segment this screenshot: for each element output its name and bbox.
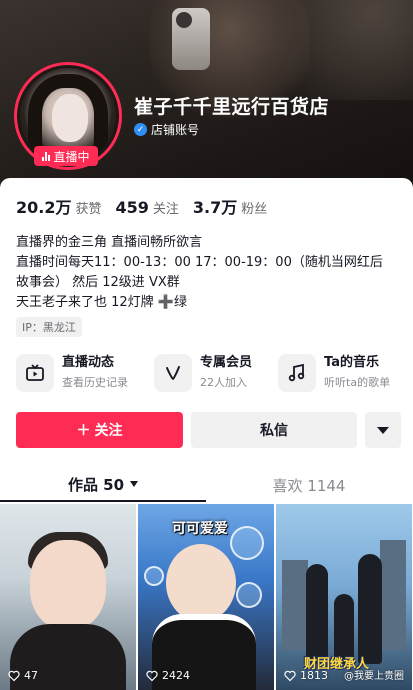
live-badge[interactable]: 直播中 [34,146,98,166]
live-replay-icon [16,354,54,392]
caret-down-icon [377,426,389,434]
feature-member[interactable]: 专属会员 22人加入 [154,354,278,392]
stat-likes-number: 20.2万 [16,198,72,217]
more-options-button[interactable] [365,412,401,448]
feature-title: Ta的音乐 [324,355,379,370]
stat-followers-number: 3.7万 [192,198,238,217]
stats-row: 20.2万 获赞 459 关注 3.7万 粉丝 [16,194,267,218]
follow-button-label: 关注 [94,423,123,439]
tab-likes-label: 喜欢 1144 [272,476,346,495]
bio-line: 天王老子来了也 12灯牌 ➕绿 [16,295,187,310]
heart-outline-icon [284,670,296,681]
bio-line: 故事会） 然后 12级进 VX群 [16,275,180,290]
tab-works-label: 作品 50 [67,475,125,494]
action-row: ＋ 关注 私信 [16,412,401,448]
profile-card: 20.2万 获赞 459 关注 3.7万 粉丝 直播界的金三角 直播间畅所欲言 … [0,178,413,690]
live-badge-label: 直播中 [53,149,90,164]
video-like-count: 47 [8,669,38,682]
bio-line: 直播时间每天11：00-13：00 17：00-19：00（随机当网红后 [16,255,383,270]
video-thumbnail[interactable]: 财团继承人 1813 @我要上贵圈 [276,504,412,690]
tab-likes[interactable]: 喜欢 1144 [206,468,412,502]
video-thumbnail[interactable]: 47 [0,504,136,690]
stat-following[interactable]: 459 关注 [116,198,179,217]
ip-location-tag: IP：黑龙江 [16,317,82,337]
feature-title: 专属会员 [200,355,253,370]
heart-outline-icon [8,670,20,681]
video-watermark: @我要上贵圈 [344,671,404,682]
verified-check-icon: ✓ [134,123,147,136]
shop-account-label: 店铺账号 [151,123,200,137]
feature-subtitle: 查看历史记录 [62,376,128,389]
bio-line: 直播界的金三角 直播间畅所欲言 [16,235,203,250]
heart-outline-icon [146,670,158,681]
live-bars-icon [42,151,51,161]
stat-following-label: 关注 [152,202,179,217]
message-button[interactable]: 私信 [191,412,357,448]
plus-icon: ＋ [76,423,91,439]
content-tabs: 作品 50 喜欢 1144 [0,468,413,502]
video-thumbnail[interactable]: 可可爱爱 2424 [138,504,274,690]
profile-header: 直播中 崔子千千里远行百货店 ✓ 店铺账号 [0,0,413,190]
shop-account-tag: ✓ 店铺账号 [134,121,199,138]
video-caption: 可可爱爱 [172,521,228,537]
header-background-shade [233,0,413,100]
follow-button[interactable]: ＋ 关注 [16,412,183,448]
stat-likes-label: 获赞 [75,202,102,217]
feature-row: 直播动态 查看历史记录 专属会员 22人加入 Ta的音乐 听听ta的歌单 [16,354,413,392]
stat-followers-label: 粉丝 [241,202,268,217]
video-grid: 47 可可爱爱 2424 财团继承人 1813 @我要上贵圈 [0,504,413,690]
video-like-count: 2424 [146,669,190,682]
chevron-down-icon [130,481,139,487]
bio: 直播界的金三角 直播间畅所欲言 直播时间每天11：00-13：00 17：00-… [16,233,408,313]
feature-live-replay[interactable]: 直播动态 查看历史记录 [16,354,154,392]
feature-subtitle: 听听ta的歌单 [324,376,391,389]
member-v-icon [154,354,192,392]
stat-following-number: 459 [115,198,149,217]
feature-title: 直播动态 [62,355,115,370]
tab-works[interactable]: 作品 50 [0,468,206,502]
music-note-icon [278,354,317,392]
video-like-count: 1813 [284,669,328,682]
stat-likes[interactable]: 20.2万 获赞 [16,194,102,218]
feature-music[interactable]: Ta的音乐 听听ta的歌单 [278,354,413,392]
stat-followers[interactable]: 3.7万 粉丝 [193,194,267,218]
feature-subtitle: 22人加入 [200,376,247,389]
header-phone-image [172,8,210,70]
shop-name: 崔子千千里远行百货店 [134,96,330,118]
